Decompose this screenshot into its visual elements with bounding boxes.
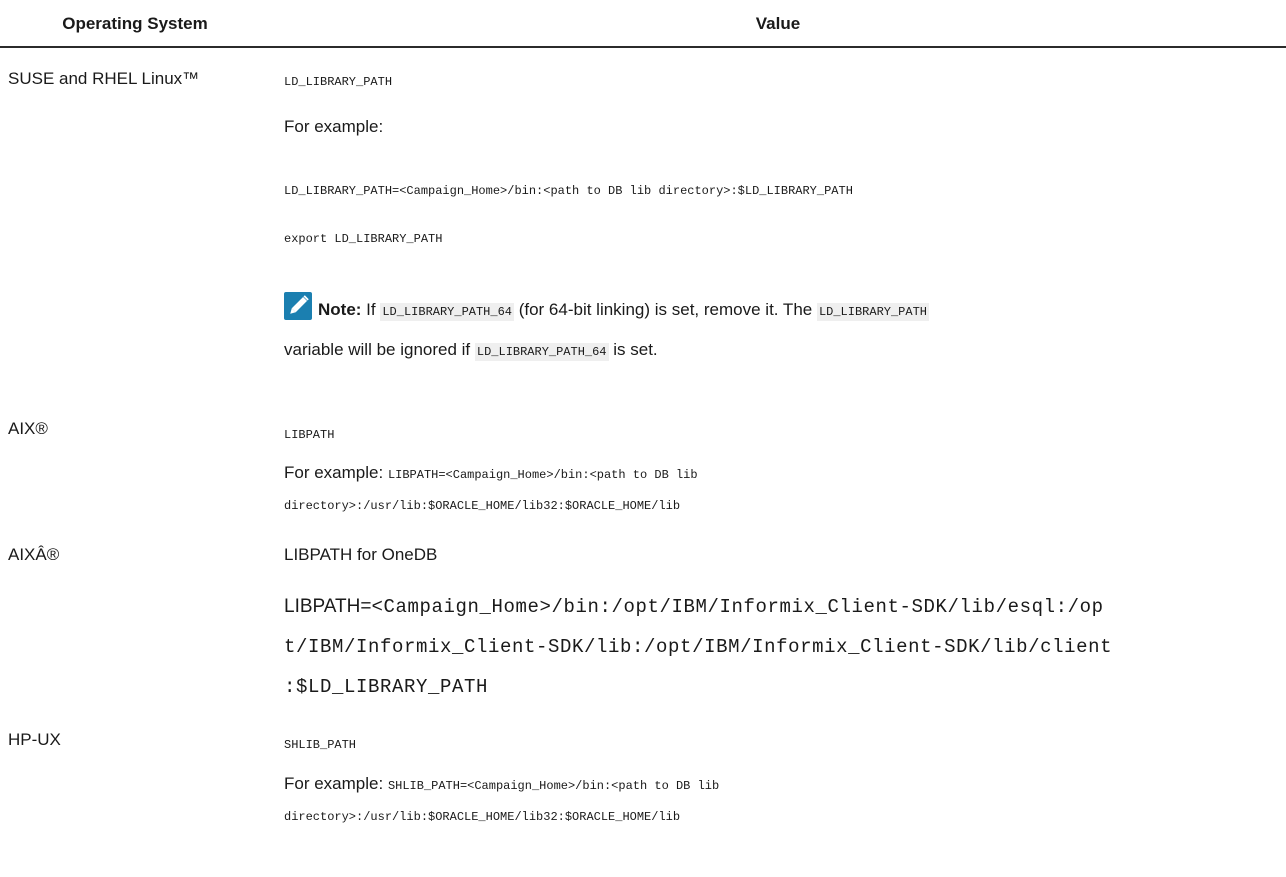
variable-name: LD_LIBRARY_PATH xyxy=(284,75,393,89)
os-cell: AIX® xyxy=(8,419,48,438)
table-header: Operating System Value xyxy=(0,0,1286,48)
code-example: SHLIB_PATH=<Campaign_Home>/bin:<path to … xyxy=(387,779,720,793)
code-example: LD_LIBRARY_PATH=<Campaign_Home>/bin:<pat… xyxy=(284,184,853,198)
example-label: For example: xyxy=(284,117,384,136)
code-example: directory>:/usr/lib:$ORACLE_HOME/lib32:$… xyxy=(284,499,681,513)
code-example: :$LD_LIBRARY_PATH xyxy=(284,676,489,698)
note-text: variable will be ignored if LD_LIBRARY_P… xyxy=(284,340,658,361)
pencil-icon xyxy=(284,292,312,320)
note-text-part: is set. xyxy=(608,340,658,359)
example-label: For example: xyxy=(284,463,388,482)
os-cell: SUSE and RHEL Linux™ xyxy=(8,69,200,88)
code-example: directory>:/usr/lib:$ORACLE_HOME/lib32:$… xyxy=(284,810,681,824)
example-line: For example: LIBPATH=<Campaign_Home>/bin… xyxy=(284,463,698,483)
variable-name: LIBPATH for OneDB xyxy=(284,545,438,564)
os-cell: HP-UX xyxy=(8,730,61,749)
code-example: t/IBM/Informix_Client-SDK/lib:/opt/IBM/I… xyxy=(284,636,1113,658)
column-header-value: Value xyxy=(755,14,801,33)
code-example: LIBPATH=<Campaign_Home>/bin:/opt/IBM/Inf… xyxy=(284,596,1104,618)
variable-name: SHLIB_PATH xyxy=(284,738,357,752)
example-line: For example: SHLIB_PATH=<Campaign_Home>/… xyxy=(284,774,719,794)
note-text-part: If xyxy=(361,300,381,319)
inline-code: LD_LIBRARY_PATH_64 xyxy=(474,343,609,361)
inline-code: LD_LIBRARY_PATH_64 xyxy=(380,303,514,321)
example-label: For example: xyxy=(284,774,388,793)
note-text-part: (for 64-bit linking) is set, remove it. … xyxy=(513,300,817,319)
note-text-part: variable will be ignored if xyxy=(284,340,475,359)
os-cell: AIXÂ® xyxy=(8,545,60,564)
column-header-os: Operating System xyxy=(62,14,208,33)
inline-code: LD_LIBRARY_PATH xyxy=(816,303,929,321)
code-example: export LD_LIBRARY_PATH xyxy=(284,232,443,246)
code-text: <Campaign_Home>/bin:/opt/IBM/Informix_Cl… xyxy=(371,596,1104,618)
code-example: LIBPATH=<Campaign_Home>/bin:<path to DB … xyxy=(387,468,698,482)
variable-name: LIBPATH xyxy=(284,428,335,442)
note-text: Note: If LD_LIBRARY_PATH_64 (for 64-bit … xyxy=(318,300,929,321)
note-label: Note: xyxy=(318,300,362,319)
code-prefix: LIBPATH= xyxy=(284,596,372,617)
header-divider xyxy=(0,46,1286,48)
